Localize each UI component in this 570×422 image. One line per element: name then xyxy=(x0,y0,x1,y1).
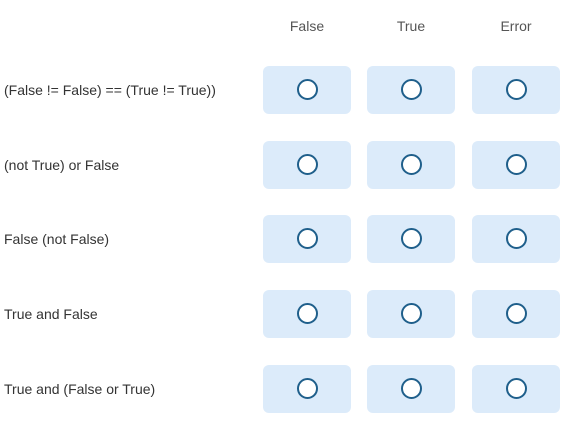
radio-empty-icon[interactable] xyxy=(506,154,527,175)
radio-empty-icon[interactable] xyxy=(401,228,422,249)
row-label: (False != False) == (True != True)) xyxy=(4,82,216,98)
column-header-true: True xyxy=(396,18,426,34)
radio-empty-icon[interactable] xyxy=(297,303,318,324)
option-true-cell[interactable] xyxy=(367,290,455,338)
radio-empty-icon[interactable] xyxy=(297,228,318,249)
option-true-cell[interactable] xyxy=(367,141,455,189)
answer-matrix: False True Error (False != False) == (Tr… xyxy=(0,0,570,422)
radio-empty-icon[interactable] xyxy=(297,79,318,100)
option-error-cell[interactable] xyxy=(472,66,560,114)
row-label: False (not False) xyxy=(4,231,110,247)
option-error-cell[interactable] xyxy=(472,215,560,263)
option-true-cell[interactable] xyxy=(367,66,455,114)
option-true-cell[interactable] xyxy=(367,365,455,413)
matrix-row: False (not False) xyxy=(0,215,570,263)
radio-empty-icon[interactable] xyxy=(506,378,527,399)
option-false-cell[interactable] xyxy=(263,290,351,338)
row-label: True and (False or True) xyxy=(4,381,156,397)
row-label: (not True) or False xyxy=(4,157,120,173)
matrix-row: (not True) or False xyxy=(0,141,570,189)
option-error-cell[interactable] xyxy=(472,141,560,189)
radio-empty-icon[interactable] xyxy=(297,154,318,175)
radio-empty-icon[interactable] xyxy=(506,303,527,324)
radio-empty-icon[interactable] xyxy=(506,79,527,100)
radio-empty-icon[interactable] xyxy=(297,378,318,399)
radio-empty-icon[interactable] xyxy=(401,303,422,324)
radio-empty-icon[interactable] xyxy=(506,228,527,249)
option-false-cell[interactable] xyxy=(263,66,351,114)
option-error-cell[interactable] xyxy=(472,290,560,338)
column-header-false: False xyxy=(289,18,325,34)
column-header-error: Error xyxy=(500,18,532,34)
column-headers: False True Error xyxy=(0,16,570,36)
radio-empty-icon[interactable] xyxy=(401,378,422,399)
option-true-cell[interactable] xyxy=(367,215,455,263)
option-error-cell[interactable] xyxy=(472,365,560,413)
option-false-cell[interactable] xyxy=(263,215,351,263)
option-false-cell[interactable] xyxy=(263,365,351,413)
radio-empty-icon[interactable] xyxy=(401,154,422,175)
option-false-cell[interactable] xyxy=(263,141,351,189)
radio-empty-icon[interactable] xyxy=(401,79,422,100)
matrix-row: True and (False or True) xyxy=(0,365,570,413)
row-label: True and False xyxy=(4,306,98,322)
matrix-row: True and False xyxy=(0,290,570,338)
matrix-row: (False != False) == (True != True)) xyxy=(0,66,570,114)
